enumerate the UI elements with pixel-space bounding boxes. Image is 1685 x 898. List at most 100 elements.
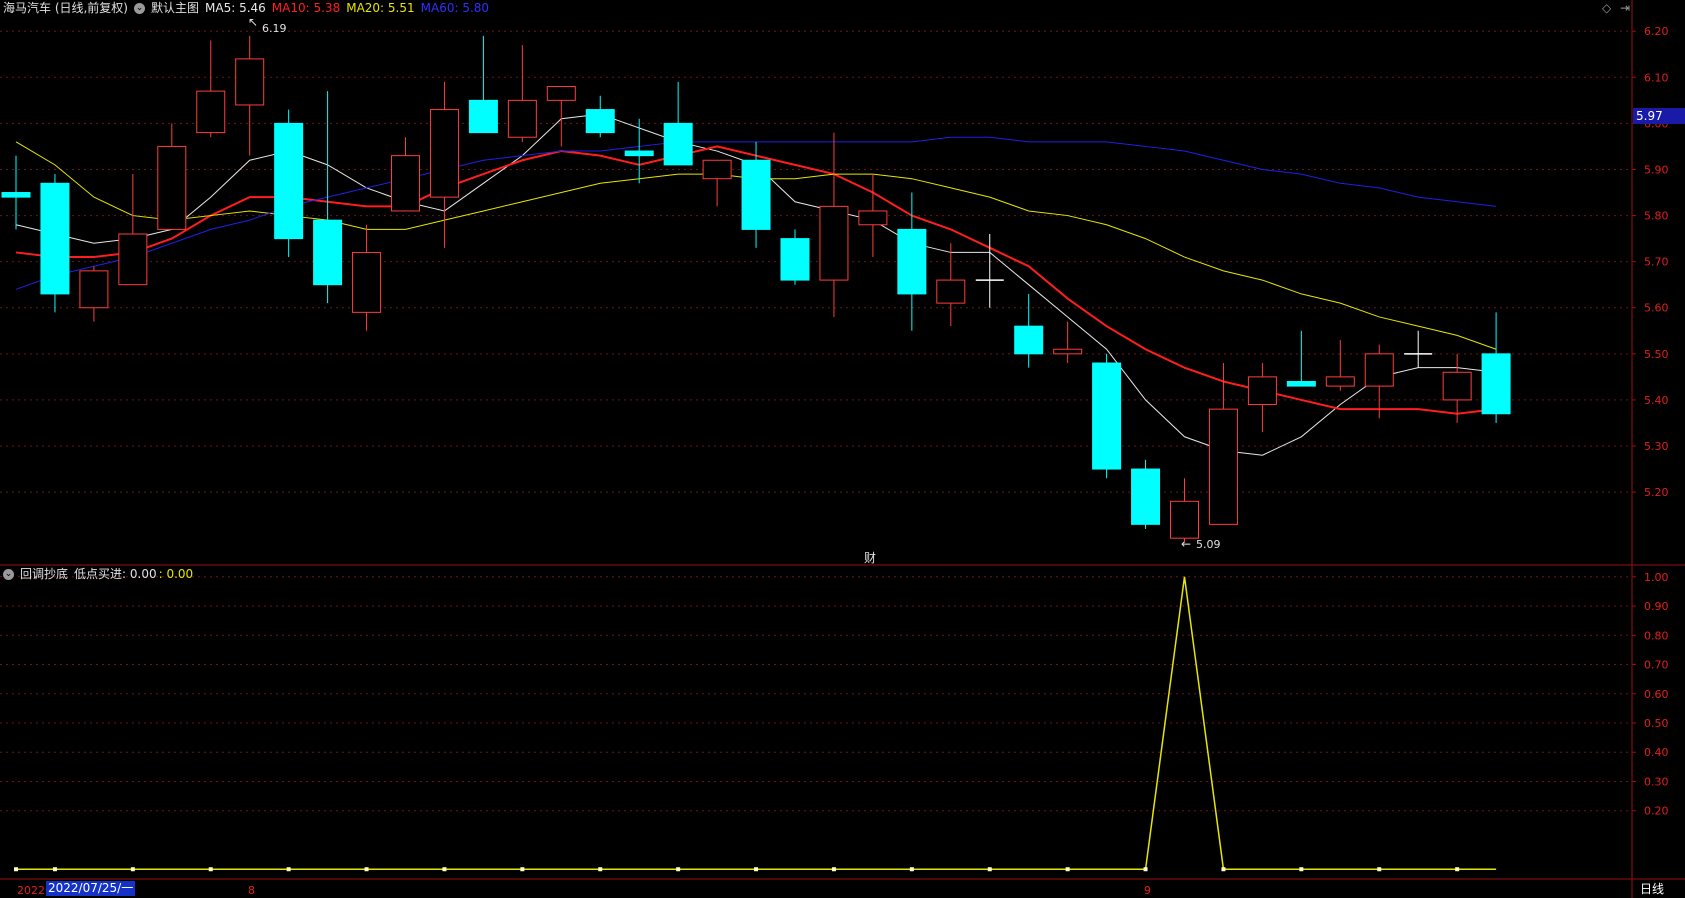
- high-label: 6.19: [262, 22, 287, 35]
- candle: [663, 81, 693, 166]
- low-label: 5.09: [1196, 538, 1221, 551]
- indicator-dot: [676, 867, 681, 872]
- candle: [274, 109, 304, 258]
- candle-body: [1325, 376, 1355, 387]
- candle: [858, 174, 888, 258]
- candle-body: [1131, 468, 1161, 525]
- candle: [975, 234, 1004, 308]
- ma10-label: MA10: 5.38: [271, 1, 341, 15]
- y-tick-label: 5.60: [1644, 302, 1669, 315]
- indicator-dot: [1221, 867, 1226, 872]
- candle-body: [780, 238, 810, 281]
- candle-body: [118, 233, 148, 286]
- y-tick-label: 0.80: [1644, 629, 1669, 642]
- candle: [702, 159, 732, 207]
- indicator-name[interactable]: 回调抄底: [20, 567, 68, 581]
- candle-body: [468, 99, 498, 134]
- indicator-value2: : 0.00: [158, 567, 194, 581]
- candle: [40, 174, 70, 313]
- y-tick-label: 0.70: [1644, 659, 1669, 672]
- grid-lines: [0, 0, 1685, 898]
- indicator-value: 低点买进: 0.00: [74, 567, 157, 581]
- indicator-settings-icon[interactable]: ⌄: [3, 569, 14, 580]
- annotations: 6.19 ↖ 5.09 ← 财 8 9 2022: [17, 15, 1221, 897]
- candle: [1325, 340, 1355, 391]
- indicator-dot: [130, 867, 135, 872]
- y-tick-label: 6.20: [1644, 25, 1669, 38]
- current-price-tag: 5.97: [1633, 108, 1685, 124]
- indicator-dot: [1377, 867, 1382, 872]
- y-tick-label: 5.40: [1644, 394, 1669, 407]
- month-label-2: 9: [1144, 884, 1151, 897]
- ma20-label: MA20: 5.51: [346, 1, 415, 15]
- stock-title[interactable]: 海马汽车 (日线,前复权): [3, 1, 128, 15]
- indicator-dot: [1065, 867, 1070, 872]
- settings-icon[interactable]: ⌄: [134, 3, 145, 14]
- indicator-dot: [14, 867, 18, 872]
- diamond-icon[interactable]: ◇: [1602, 1, 1611, 15]
- candle-body: [858, 210, 888, 226]
- y-tick-label: 0.30: [1644, 775, 1669, 788]
- high-arrow-icon: ↖: [248, 15, 258, 29]
- candle: [79, 266, 109, 322]
- candle: [546, 86, 576, 147]
- candle: [780, 229, 810, 285]
- candle-body: [1, 192, 31, 198]
- y-tick-label: 0.50: [1644, 717, 1669, 730]
- candle-body: [624, 150, 654, 157]
- kline-chart[interactable]: 6.206.106.005.905.805.705.605.505.405.30…: [0, 0, 1685, 898]
- candle: [585, 95, 615, 138]
- candle: [235, 35, 265, 156]
- y-tick-label: 5.20: [1644, 486, 1669, 499]
- candle-body: [741, 159, 771, 230]
- indicator-dot: [52, 867, 57, 872]
- candle: [1286, 330, 1316, 387]
- candle: [1, 155, 31, 230]
- candle-body: [352, 251, 382, 313]
- period-label[interactable]: 日线: [1640, 880, 1664, 897]
- candle-body: [157, 145, 187, 230]
- candle-body: [897, 228, 927, 295]
- candle-body: [1286, 380, 1316, 387]
- main-chart-label[interactable]: 默认主图: [151, 1, 199, 15]
- year-prefix: 2022: [17, 884, 45, 897]
- low-arrow-icon: ←: [1181, 537, 1191, 551]
- candle-body: [40, 182, 70, 295]
- indicator-dot: [598, 867, 603, 872]
- sub-header: ⌄ 回调抄底 低点买进: 0.00: 0.00: [3, 567, 199, 581]
- candle-body: [196, 90, 226, 134]
- candle-body: [936, 279, 966, 304]
- y-tick-label: 5.80: [1644, 210, 1669, 223]
- candle: [352, 224, 382, 331]
- panel-arrow-icon[interactable]: ⇥: [1620, 1, 1630, 15]
- candle-body: [1442, 371, 1472, 401]
- candle: [1170, 478, 1199, 543]
- candle: [819, 132, 849, 317]
- y-tick-label: 5.70: [1644, 256, 1669, 269]
- candle: [157, 123, 187, 230]
- indicator-dot: [208, 867, 213, 872]
- candle: [1131, 459, 1161, 529]
- candle-body: [819, 205, 849, 281]
- candle: [936, 243, 966, 327]
- y-tick-label: 1.00: [1644, 571, 1669, 584]
- candle: [1014, 293, 1044, 368]
- candle: [1247, 363, 1277, 433]
- candle-body: [1053, 348, 1083, 355]
- candlesticks: [1, 35, 1511, 543]
- candle: [1053, 321, 1083, 364]
- candle: [1404, 330, 1433, 368]
- candle: [897, 192, 927, 331]
- indicator-dot: [442, 867, 447, 872]
- y-tick-label: 0.20: [1644, 805, 1669, 818]
- indicator-lines: [14, 576, 1497, 872]
- candle-body: [1014, 325, 1044, 355]
- indicator-dot: [1143, 867, 1148, 872]
- candle-body: [663, 122, 693, 166]
- indicator-dot: [364, 867, 369, 872]
- indicator-dot: [831, 867, 836, 872]
- candle-body: [391, 155, 420, 212]
- candle-body: [313, 219, 343, 286]
- candle-body: [702, 159, 732, 180]
- candle: [468, 35, 498, 134]
